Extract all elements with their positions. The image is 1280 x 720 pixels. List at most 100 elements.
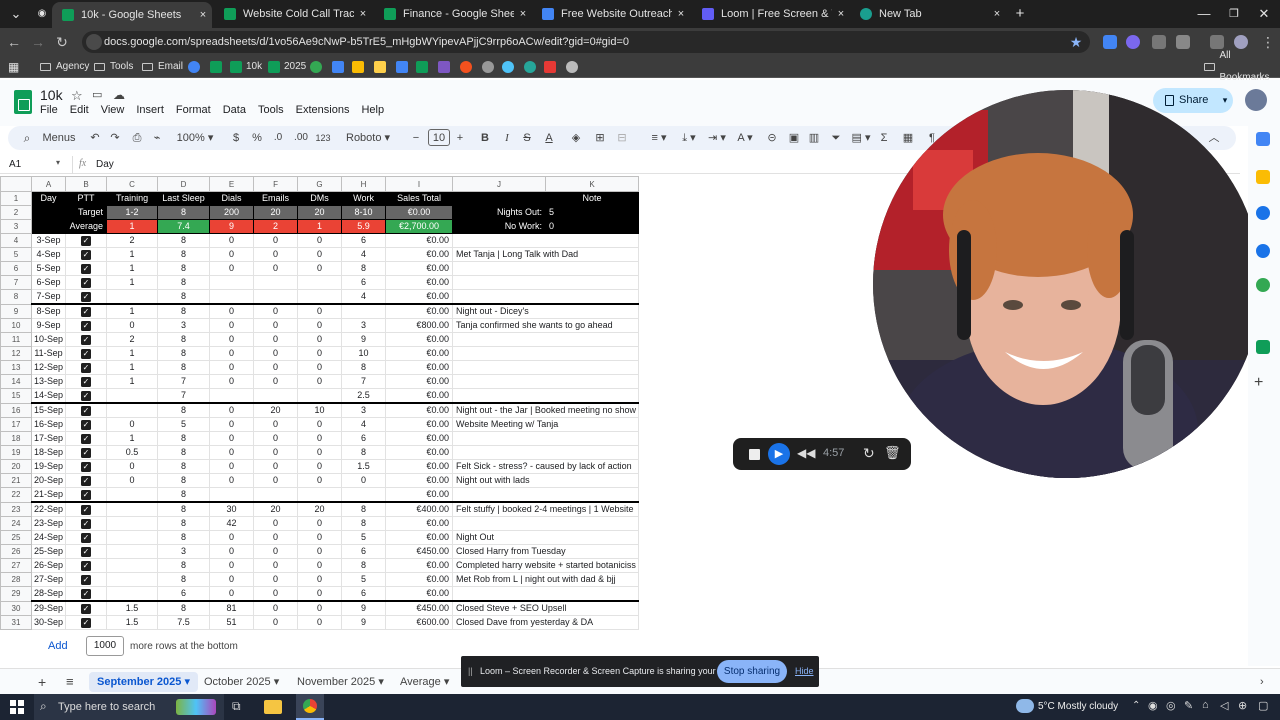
menu-insert[interactable]: Insert	[136, 104, 164, 116]
average-label[interactable]: Average	[65, 219, 108, 234]
sleep-cell[interactable]: 7.5	[157, 615, 211, 630]
target-training[interactable]: 1-2	[106, 205, 159, 220]
bookmark-favicon[interactable]	[352, 61, 364, 73]
dms-cell[interactable]: 0	[297, 558, 343, 573]
work-cell[interactable]: 4	[341, 289, 387, 305]
tray-app-icon[interactable]: ⊕	[1238, 699, 1247, 712]
sales-cell[interactable]: €0.00	[385, 360, 454, 375]
close-window-icon[interactable]: ✕	[1248, 0, 1280, 28]
dms-cell[interactable]: 0	[297, 417, 343, 432]
sales-cell[interactable]: €0.00	[385, 572, 454, 587]
ptt-checkbox-cell[interactable]: ✓	[65, 346, 108, 361]
row-header[interactable]: 16	[0, 402, 32, 418]
checkbox-checked-icon[interactable]: ✓	[81, 518, 92, 529]
header-cell-emails[interactable]: Emails	[253, 191, 299, 206]
bookmark-favicon[interactable]	[416, 61, 428, 73]
dms-cell[interactable]: 0	[297, 247, 343, 262]
extensions-puzzle-icon[interactable]	[1176, 35, 1190, 49]
ptt-checkbox-cell[interactable]: ✓	[65, 445, 108, 460]
row-header[interactable]: 21	[0, 473, 32, 488]
column-header[interactable]: I	[385, 176, 454, 192]
all-bookmarks[interactable]: All Bookmarks	[1204, 50, 1280, 83]
dms-cell[interactable]: 0	[297, 586, 343, 602]
ptt-checkbox-cell[interactable]: ✓	[65, 388, 108, 404]
sleep-cell[interactable]: 8	[157, 346, 211, 361]
emails-cell[interactable]	[253, 275, 299, 290]
day-cell[interactable]: 21-Sep	[30, 487, 67, 503]
sales-cell[interactable]: €0.00	[385, 275, 454, 290]
text-rotation-icon[interactable]: A ▾	[732, 126, 758, 150]
name-box[interactable]: A1	[9, 159, 21, 170]
training-cell[interactable]: 1	[106, 360, 159, 375]
dials-cell[interactable]: 51	[209, 615, 255, 630]
column-header[interactable]: E	[209, 176, 255, 192]
dials-cell[interactable]: 0	[209, 530, 255, 545]
checkbox-checked-icon[interactable]: ✓	[81, 249, 92, 260]
add-sheet-button[interactable]: +	[30, 672, 54, 692]
network-icon[interactable]: ⌂	[1202, 699, 1209, 711]
row-header[interactable]: 27	[0, 558, 32, 573]
font-select[interactable]: Roboto ▾	[342, 126, 400, 150]
bookmark-favicon[interactable]	[438, 61, 450, 73]
emails-cell[interactable]: 0	[253, 318, 299, 333]
ptt-checkbox-cell[interactable]: ✓	[65, 332, 108, 347]
sales-cell[interactable]: €0.00	[385, 303, 454, 319]
dms-cell[interactable]: 0	[297, 346, 343, 361]
share-dropdown-icon[interactable]: ▾	[1217, 88, 1233, 113]
sleep-cell[interactable]: 7	[157, 388, 211, 404]
sleep-cell[interactable]: 3	[157, 318, 211, 333]
insert-link-icon[interactable]: ⊝	[764, 126, 780, 150]
column-header[interactable]: D	[157, 176, 211, 192]
dials-cell[interactable]: 0	[209, 303, 255, 319]
ptt-checkbox-cell[interactable]: ✓	[65, 289, 108, 305]
training-cell[interactable]: 1	[106, 431, 159, 446]
ptt-checkbox-cell[interactable]: ✓	[65, 417, 108, 432]
checkbox-checked-icon[interactable]: ✓	[81, 235, 92, 246]
dms-cell[interactable]: 0	[297, 459, 343, 474]
average-dials[interactable]: 9	[209, 219, 255, 234]
day-cell[interactable]: 7-Sep	[30, 289, 67, 305]
sleep-cell[interactable]: 8	[157, 303, 211, 319]
table-icon[interactable]: ▦	[900, 126, 916, 150]
keep-icon[interactable]	[1256, 170, 1270, 184]
sales-cell[interactable]: €450.00	[385, 544, 454, 559]
work-cell[interactable]: 4	[341, 417, 387, 432]
bookmark-favicon[interactable]	[524, 61, 536, 73]
sleep-cell[interactable]: 3	[157, 544, 211, 559]
note-cell[interactable]: Website Meeting w/ Tanja	[452, 417, 640, 432]
sleep-cell[interactable]: 8	[157, 600, 211, 616]
back-icon[interactable]: ←	[2, 28, 26, 56]
sleep-cell[interactable]: 8	[157, 431, 211, 446]
dials-cell[interactable]: 0	[209, 374, 255, 389]
note-cell[interactable]	[452, 388, 640, 404]
ptt-checkbox-cell[interactable]: ✓	[65, 615, 108, 630]
close-tab-icon[interactable]: ×	[194, 4, 212, 26]
work-cell[interactable]: 0	[341, 473, 387, 488]
row-header[interactable]: 5	[0, 247, 32, 262]
sales-cell[interactable]: €0.00	[385, 417, 454, 432]
ptt-checkbox-cell[interactable]: ✓	[65, 487, 108, 503]
ptt-checkbox-cell[interactable]: ✓	[65, 402, 108, 418]
target-work[interactable]: 8-10	[341, 205, 387, 220]
ptt-checkbox-cell[interactable]: ✓	[65, 558, 108, 573]
volume-icon[interactable]: ◁	[1220, 699, 1228, 712]
row-header[interactable]: 3	[0, 219, 32, 234]
menu-edit[interactable]: Edit	[70, 104, 89, 116]
column-header[interactable]: G	[297, 176, 343, 192]
work-cell[interactable]: 8	[341, 558, 387, 573]
day-cell[interactable]: 16-Sep	[30, 417, 67, 432]
header-cell-work[interactable]: Work	[341, 191, 387, 206]
ptt-checkbox-cell[interactable]: ✓	[65, 600, 108, 616]
header-cell-sales[interactable]: Sales Total	[385, 191, 454, 206]
dials-cell[interactable]: 0	[209, 402, 255, 418]
dms-cell[interactable]	[297, 487, 343, 503]
nights-out-value[interactable]: 5	[545, 205, 640, 220]
sales-cell[interactable]: €0.00	[385, 431, 454, 446]
sales-cell[interactable]: €0.00	[385, 516, 454, 531]
account-avatar[interactable]	[1245, 89, 1267, 111]
training-cell[interactable]: 1	[106, 275, 159, 290]
sleep-cell[interactable]: 8	[157, 289, 211, 305]
training-cell[interactable]: 0	[106, 318, 159, 333]
tab-loom[interactable]: Loom | Free Screen & Video Re ×	[692, 3, 850, 25]
dials-cell[interactable]: 0	[209, 558, 255, 573]
